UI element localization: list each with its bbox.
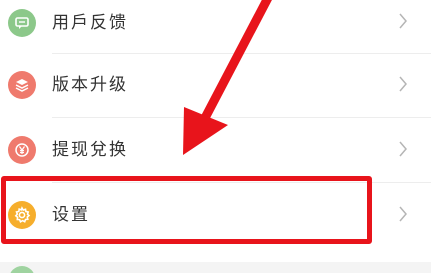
highlight-box <box>1 176 372 244</box>
menu-item-label: 用戶反馈 <box>52 13 128 33</box>
menu-item-user-feedback[interactable]: 用戶反馈 <box>0 0 431 55</box>
layers-icon <box>8 71 36 99</box>
menu-item-withdraw-exchange[interactable]: 提现兌换 <box>0 118 431 182</box>
menu-item-label: 提现兌换 <box>52 140 128 160</box>
settings-menu-screen: 用戶反馈 版本升级 提现兌换 设置 <box>0 0 431 273</box>
yen-icon <box>8 136 36 164</box>
chevron-right-icon <box>399 206 407 222</box>
chevron-right-icon <box>399 141 407 157</box>
message-icon <box>8 9 36 37</box>
chevron-right-icon <box>399 13 407 29</box>
menu-item-version-upgrade[interactable]: 版本升级 <box>0 54 431 118</box>
chevron-right-icon <box>399 76 407 92</box>
menu-item-label: 版本升级 <box>52 75 128 95</box>
next-menu-item-peek <box>0 262 431 273</box>
